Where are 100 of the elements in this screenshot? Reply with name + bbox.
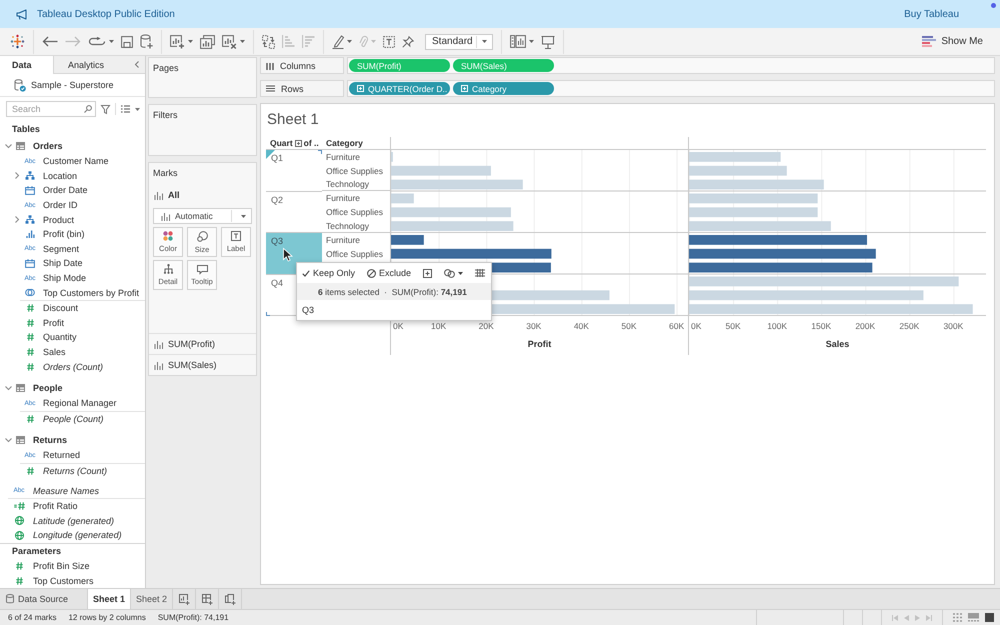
field-item[interactable]: Profit (43, 318, 64, 328)
table-name[interactable]: People (33, 382, 63, 393)
hash-icon (26, 362, 34, 371)
calendar-icon (25, 186, 35, 195)
category-label[interactable]: Office Supplies (326, 166, 384, 176)
plus-box-icon[interactable] (294, 140, 302, 146)
filter-icon[interactable] (101, 104, 110, 114)
field-item[interactable]: Regional Manager (43, 398, 117, 408)
buy-link[interactable]: Buy Tableau (904, 8, 959, 20)
mark-type-select[interactable]: Automatic (153, 208, 252, 224)
arrow-left-icon[interactable] (42, 36, 58, 47)
loop-arrow-icon[interactable] (88, 37, 106, 46)
chevron-down-icon[interactable] (4, 438, 12, 442)
show-me-button[interactable]: Show Me (920, 34, 985, 49)
new-dashboard-icon[interactable] (202, 594, 213, 604)
chevron-down-icon[interactable] (4, 144, 12, 148)
grid-icon[interactable] (475, 269, 486, 277)
grid-view-icon[interactable] (953, 613, 962, 622)
presentation-icon[interactable] (541, 34, 555, 48)
exclude-button[interactable]: Exclude (367, 268, 412, 278)
field-item[interactable]: Order ID (43, 200, 78, 210)
category-label[interactable]: Furniture (326, 234, 360, 245)
plus-square-icon[interactable] (423, 268, 432, 278)
field-item[interactable]: Latitude (generated) (33, 516, 114, 526)
category-label[interactable]: Furniture (326, 152, 360, 162)
list-view-icon[interactable] (121, 105, 130, 113)
filmstrip-icon[interactable] (968, 613, 979, 622)
hash-icon (26, 333, 34, 342)
caret-icon[interactable] (188, 40, 193, 43)
field-item[interactable]: Returned (43, 450, 80, 460)
pane-tab[interactable]: Analytics (53, 56, 133, 73)
chevron-left-icon[interactable] (135, 61, 139, 68)
panels-icon[interactable] (510, 35, 526, 48)
data-source-name[interactable]: Sample - Superstore (31, 80, 114, 90)
save-icon[interactable] (121, 36, 133, 48)
field-item[interactable]: Profit (bin) (43, 229, 85, 240)
table-name[interactable]: Returns (33, 435, 68, 446)
highlighter-icon[interactable] (332, 34, 344, 48)
pane-tab[interactable]: Data (0, 56, 53, 74)
colored-bars-icon (922, 36, 936, 47)
field-item[interactable]: Quantity (43, 332, 77, 342)
category-label[interactable]: Technology (326, 179, 370, 190)
database-plus-icon[interactable] (140, 34, 153, 49)
caret-icon[interactable] (109, 40, 114, 43)
chevron-down-icon[interactable] (4, 386, 12, 390)
rows-icon (266, 85, 275, 92)
caret-icon[interactable] (347, 40, 352, 43)
field-item[interactable]: Discount (43, 303, 78, 314)
fit-select[interactable]: Standard (425, 34, 493, 50)
chevron-right-icon[interactable] (15, 216, 19, 224)
search-field[interactable]: Search (6, 101, 96, 117)
duplicate-chart-icon[interactable] (200, 34, 215, 48)
field-item[interactable]: Product (43, 214, 74, 225)
search-icon[interactable] (84, 105, 92, 113)
hash-icon (26, 304, 34, 312)
caret-icon[interactable] (135, 108, 140, 110)
field-item[interactable]: Ship Mode (43, 273, 86, 284)
app-logo-icon[interactable] (10, 34, 25, 49)
marks-tab[interactable]: All (168, 190, 180, 200)
text-box-icon[interactable] (383, 36, 395, 48)
field-item[interactable]: Ship Date (43, 258, 83, 268)
new-story-icon[interactable] (224, 594, 236, 604)
chevron-right-icon[interactable] (15, 172, 19, 180)
marks-tab[interactable]: SUM(Sales) (168, 360, 217, 370)
column-header[interactable]: Category (322, 137, 390, 150)
field-item[interactable]: Location (43, 170, 78, 181)
linked-circles-icon[interactable] (444, 268, 456, 278)
field-item[interactable]: Top Customers (33, 576, 94, 586)
caret-icon[interactable] (241, 214, 246, 218)
table-name[interactable]: Orders (33, 141, 63, 151)
new-sheet-icon[interactable] (178, 594, 190, 604)
field-item[interactable]: Measure Names (33, 486, 100, 496)
field-item[interactable]: Profit Ratio (33, 501, 78, 512)
field-item[interactable]: People (Count) (43, 414, 104, 424)
field-item[interactable]: Segment (43, 244, 80, 254)
axis-tick-label: 250K (899, 321, 920, 331)
marks-tab[interactable]: SUM(Profit) (168, 339, 215, 349)
sheet-title: Sheet 1 (266, 111, 319, 129)
field-item[interactable]: Order Date (43, 185, 88, 196)
category-label[interactable]: Technology (326, 220, 370, 231)
chart-plus-icon[interactable] (170, 34, 185, 48)
sheet-tab[interactable]: Sheet 1 (88, 589, 132, 609)
category-label[interactable]: Furniture (326, 193, 360, 204)
chart-x-icon[interactable] (222, 34, 237, 48)
field-item[interactable]: Longitude (generated) (33, 530, 122, 540)
caret-icon[interactable] (240, 40, 245, 43)
category-label[interactable]: Office Supplies (326, 207, 384, 218)
caret-icon[interactable] (529, 40, 534, 43)
axis-tick-label: 20K (478, 321, 494, 331)
swap-icon[interactable] (262, 34, 275, 48)
field-item[interactable]: Sales (43, 347, 66, 358)
field-item[interactable]: Profit Bin Size (33, 560, 90, 571)
category-label[interactable]: Office Supplies (326, 248, 384, 259)
field-item[interactable]: Top Customers by Profit (43, 288, 140, 298)
pushpin-icon[interactable] (402, 36, 414, 48)
axis-tick-label: 50K (621, 321, 637, 331)
column-header[interactable]: Quart of .. (266, 137, 322, 150)
field-item[interactable]: Returns (Count) (43, 466, 108, 476)
field-item[interactable]: Customer Name (43, 156, 109, 166)
field-item[interactable]: Orders (Count) (43, 362, 104, 372)
